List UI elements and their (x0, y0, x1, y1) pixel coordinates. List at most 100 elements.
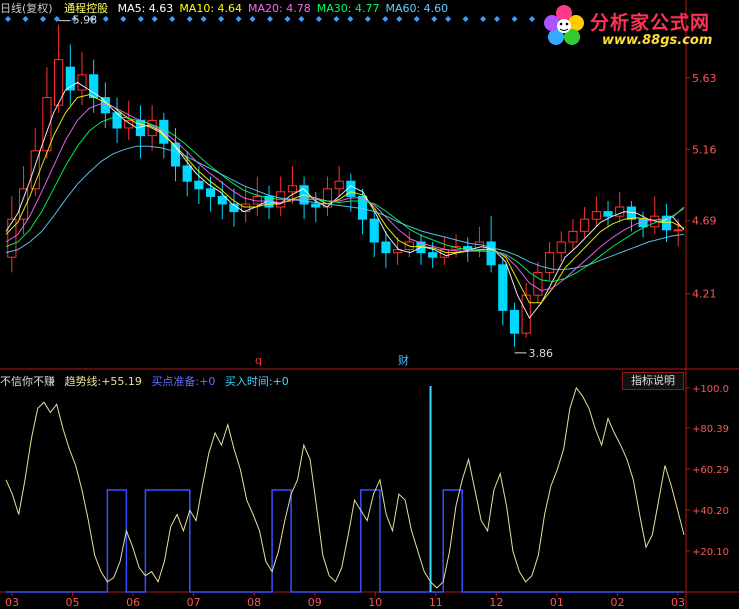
indicator-y-tick-label: +20.10 (692, 547, 729, 558)
signal-diamond (249, 16, 256, 22)
candle-body (182, 165, 192, 182)
candle-body (369, 218, 379, 243)
candle-body (673, 229, 683, 232)
candle-body (591, 211, 601, 220)
kline-chart-svg: 5.635.164.694.215.983.86q 财+100.0+80.39+6… (0, 0, 739, 609)
buy-time-value: +0 (272, 375, 289, 388)
ma-legend-item: MA30: 4.77 (316, 2, 380, 15)
y-tick-label: 5.16 (692, 143, 717, 156)
candle-body (334, 180, 344, 190)
signal-diamond (137, 16, 144, 22)
signal-diamond (462, 16, 469, 22)
signal-diamond (200, 16, 207, 22)
stock-name[interactable]: 通程控股 (64, 2, 108, 15)
signal-diamond (480, 16, 487, 22)
signal-diamond (235, 16, 242, 22)
x-tick-label: 08 (247, 596, 261, 609)
x-tick-label: 07 (187, 596, 201, 609)
x-tick-label: 09 (308, 596, 322, 609)
signal-diamond (218, 16, 225, 22)
candle-body (381, 241, 391, 254)
y-tick-label: 4.69 (692, 215, 717, 228)
x-tick-label: 05 (66, 596, 80, 609)
indicator-y-tick-label: +60.29 (692, 465, 729, 476)
ma-legend-item: MA10: 4.64 (179, 2, 243, 15)
buy-prep-value: +0 (199, 375, 216, 388)
event-marker-cai: 财 (398, 353, 409, 367)
site-logo: 分析家公式网 www.88gs.com (540, 0, 739, 52)
candle-body (603, 211, 613, 217)
buy-prep-line (6, 489, 684, 593)
period-label: 日线(复权) (0, 2, 53, 15)
x-tick-label: 11 (429, 596, 443, 609)
signal-diamond (364, 16, 371, 22)
signal-diamond (382, 16, 389, 22)
buy-time-label: 买入时间: (224, 375, 273, 388)
candle-body (521, 294, 531, 334)
indicator-y-tick-label: +80.39 (692, 424, 729, 435)
trend-label: 趋势线: (64, 375, 102, 388)
trend-value: +55.19 (101, 375, 142, 388)
x-tick-label: 06 (126, 596, 140, 609)
signal-diamond (529, 16, 535, 22)
indicator-y-tick-label: +40.20 (692, 506, 729, 517)
ma-legend-item: MA5: 4.63 (117, 2, 174, 15)
candle-body (556, 241, 566, 254)
signal-diamond (267, 16, 273, 22)
x-tick-label: 03 (5, 596, 19, 609)
indicator-header: 不信你不赚 趋势线:+55.19 买点准备:+0 买入时间:+0 (0, 373, 289, 389)
signal-diamond (431, 16, 438, 22)
signal-diamond (315, 16, 322, 22)
ma-legend-item: MA60: 4.60 (385, 2, 449, 15)
signal-diamond (102, 16, 109, 22)
logo-url: www.88gs.com (602, 33, 713, 48)
signal-diamond (169, 16, 176, 22)
y-tick-label: 5.63 (692, 72, 717, 85)
signal-diamond (284, 16, 291, 22)
flower-logo-icon (544, 5, 584, 45)
ma-line-ma20 (5, 103, 685, 292)
signal-diamond (396, 16, 403, 22)
signal-diamond (186, 16, 193, 22)
ma-legend: MA5: 4.63 MA10: 4.64 MA20: 4.78 MA30: 4.77 M… (112, 2, 449, 15)
x-tick-label: 01 (550, 596, 564, 609)
candle-body (486, 241, 496, 266)
buy-prep-label: 买点准备: (151, 375, 200, 388)
candle-body (311, 203, 321, 208)
candle-body (568, 230, 578, 243)
chart-header: 日线(复权) 通程控股 MA5: 4.63 MA10: 4.64 MA20: 4.7… (0, 0, 448, 16)
signal-diamond (445, 16, 452, 22)
y-tick-label: 4.21 (692, 288, 717, 301)
candle-body (112, 112, 122, 129)
signal-diamond (298, 16, 305, 22)
low-value-label: 3.86 (529, 347, 554, 360)
candle-body (205, 188, 216, 197)
ma-line-ma5 (5, 81, 685, 319)
event-marker-q: q (255, 354, 262, 367)
signal-diamond (494, 16, 500, 22)
candle-body (194, 180, 204, 190)
x-tick-label: 10 (368, 596, 382, 609)
signal-diamond (347, 16, 354, 22)
indicator-help-button[interactable]: 指标说明 (622, 372, 684, 390)
signal-diamond (40, 16, 46, 22)
candle-body (428, 252, 438, 258)
signal-diamond (151, 16, 158, 22)
candle-body (498, 264, 508, 311)
indicator-name: 不信你不赚 (0, 375, 55, 388)
signal-diamond (511, 16, 518, 22)
x-tick-label: 12 (489, 596, 503, 609)
candle-body (580, 218, 590, 232)
candle-body (509, 309, 520, 334)
ma-line-ma10 (5, 94, 685, 304)
ma-legend-item: MA20: 4.78 (248, 2, 311, 15)
signal-diamond (120, 16, 127, 22)
ma-line-ma60 (5, 145, 685, 270)
logo-title: 分析家公式网 (590, 12, 711, 34)
candle-body (287, 185, 297, 193)
signal-diamond (413, 16, 420, 22)
candle-body (474, 241, 485, 251)
signal-diamond (333, 16, 340, 22)
signal-diamond (5, 16, 11, 22)
signal-diamond (22, 16, 29, 22)
